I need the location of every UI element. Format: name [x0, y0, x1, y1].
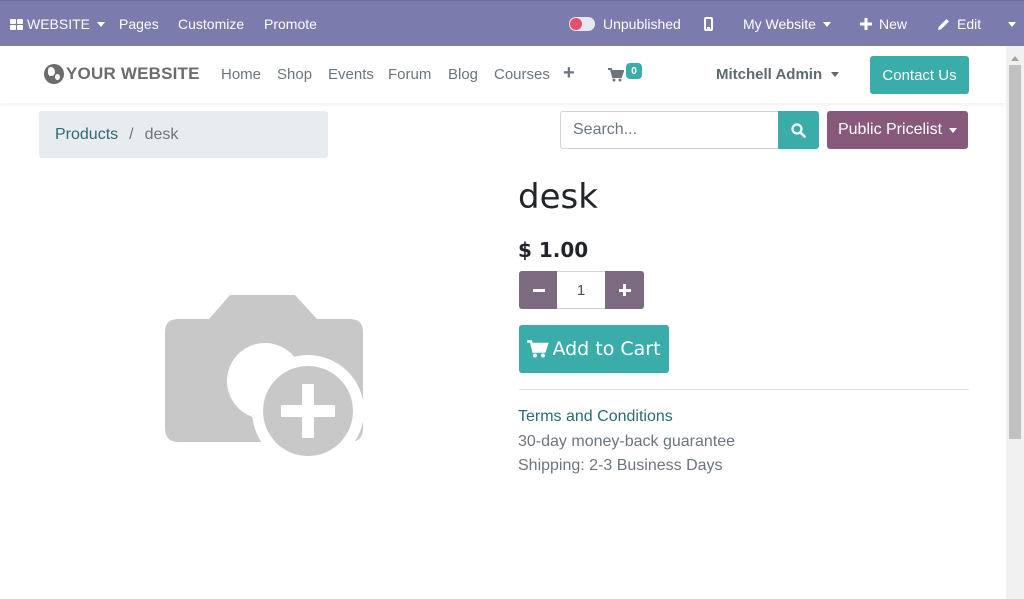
publish-toggle[interactable]: Unpublished	[569, 1, 681, 47]
search-icon	[791, 122, 806, 138]
website-menu-label: WEBSITE	[27, 16, 91, 32]
my-website-menu[interactable]: My Website	[743, 1, 831, 47]
new-button[interactable]: New	[860, 1, 907, 47]
website-admin-bar: WEBSITE Pages Customize Promote Unpublis…	[0, 0, 1024, 46]
breadcrumb-separator: /	[129, 125, 134, 143]
product-image	[160, 290, 370, 470]
nav-events[interactable]: Events	[328, 66, 374, 83]
breadcrumb-current: desk	[144, 125, 179, 143]
edit-label: Edit	[957, 16, 982, 32]
pages-label: Pages	[119, 16, 159, 32]
guarantee-text: 30-day money-back guarantee	[518, 433, 736, 450]
website-menu[interactable]: WEBSITE	[10, 1, 106, 47]
publish-status-label: Unpublished	[603, 16, 681, 32]
breadcrumb: Products / desk	[39, 111, 328, 158]
promote-label: Promote	[264, 16, 317, 32]
customize-label: Customize	[178, 16, 245, 32]
scroll-up-arrow-icon[interactable]	[1011, 56, 1019, 61]
scrollbar-thumb[interactable]	[1009, 65, 1021, 439]
globe-icon	[44, 64, 64, 84]
grid-icon	[10, 18, 23, 30]
divider	[519, 389, 969, 390]
camera-add-icon	[165, 295, 364, 467]
customize-menu[interactable]: Customize	[178, 1, 244, 47]
nav-shop[interactable]: Shop	[277, 66, 312, 83]
user-name: Mitchell Admin	[716, 66, 823, 83]
page-scrollbar[interactable]	[1006, 46, 1024, 599]
website-logo[interactable]: YOUR WEBSITE	[44, 62, 200, 86]
add-menu-item-button[interactable]: +	[563, 62, 575, 85]
chevron-down-icon	[822, 21, 831, 27]
user-menu[interactable]: Mitchell Admin	[716, 66, 840, 83]
search-input[interactable]	[560, 111, 779, 149]
cart-icon[interactable]	[608, 68, 625, 87]
mobile-icon	[704, 17, 713, 31]
product-title: desk	[518, 177, 598, 217]
new-label: New	[879, 16, 908, 32]
shipping-text: Shipping: 2-3 Business Days	[518, 457, 723, 474]
terms-and-conditions-link[interactable]: Terms and Conditions	[518, 408, 673, 426]
quantity-increase-button[interactable]	[605, 271, 644, 309]
add-to-cart-button[interactable]: Add to Cart	[519, 325, 669, 373]
nav-blog[interactable]: Blog	[448, 66, 478, 83]
nav-home[interactable]: Home	[221, 66, 261, 83]
quantity-input[interactable]	[557, 271, 605, 309]
edit-button[interactable]: Edit	[937, 1, 981, 47]
product-price: $ 1.00	[518, 238, 589, 262]
pencil-icon	[938, 18, 949, 30]
chevron-down-icon	[831, 72, 840, 77]
quantity-decrease-button[interactable]	[519, 271, 558, 309]
chevron-down-icon	[1008, 21, 1016, 27]
pricelist-dropdown[interactable]: Public Pricelist	[827, 111, 968, 149]
pricelist-label: Public Pricelist	[837, 121, 943, 138]
search-button[interactable]	[778, 111, 819, 149]
nav-courses[interactable]: Courses	[494, 66, 550, 83]
mobile-preview-button[interactable]	[704, 1, 713, 47]
plus-icon	[860, 18, 872, 30]
contact-us-button[interactable]: Contact Us	[870, 56, 969, 94]
debug-menu-toggle[interactable]	[1004, 1, 1016, 47]
logo-text: YOUR WEBSITE	[66, 64, 200, 83]
add-to-cart-label: Add to Cart	[552, 338, 661, 360]
nav-forum[interactable]: Forum	[388, 66, 431, 83]
cart-icon	[527, 340, 550, 358]
toggle-icon	[569, 17, 595, 31]
pages-menu[interactable]: Pages	[119, 1, 159, 47]
chevron-down-icon	[949, 127, 958, 133]
breadcrumb-products-link[interactable]: Products	[55, 126, 118, 144]
site-header: YOUR WEBSITE Home Shop Events Forum Blog…	[0, 46, 1006, 103]
chevron-down-icon	[97, 21, 106, 27]
my-website-label: My Website	[743, 16, 816, 32]
cart-count-badge: 0	[626, 63, 642, 79]
promote-menu[interactable]: Promote	[264, 1, 317, 47]
